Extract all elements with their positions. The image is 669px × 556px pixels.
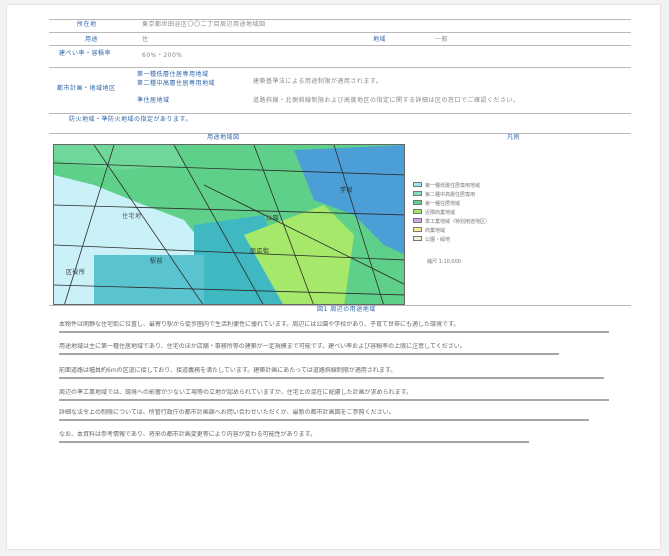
document-page: 所在地 東京都世田谷区〇〇二丁目周辺用途地域図 用途 住 地域 一般 建ぺい率・…: [6, 4, 661, 550]
zone-midrise-2: [94, 255, 204, 304]
row-note: 防火地域・準防火地域の指定があります。: [69, 116, 192, 123]
legend-swatch-4: [413, 218, 422, 223]
table-top-rule: [49, 19, 631, 20]
legend-swatch-2: [413, 200, 422, 205]
body-paragraph: 本物件は閑静な住宅街に位置し、最寄り駅から徒歩圏内で生活利便性に優れています。周…: [59, 321, 460, 328]
body-paragraph: 前面道路は幅員約6mの区道に接しており、接道義務を満たしています。建築計画にあた…: [59, 367, 397, 374]
figure-caption: 図1 周辺の用途地域: [317, 306, 376, 313]
planning-sub-1: 第一種低層住居専用地域: [137, 71, 209, 78]
legend-swatch-1: [413, 191, 422, 196]
legend-label: 近隣商業地域: [425, 210, 456, 216]
text-line: [59, 353, 559, 355]
row-value-address: 東京都世田谷区〇〇二丁目周辺用途地域図: [142, 21, 266, 28]
planning-sub-2: 第二種中高層住居専用地域: [137, 80, 216, 87]
table-rule: [49, 67, 631, 68]
text-line: [59, 399, 609, 401]
table-rule: [49, 133, 631, 134]
table-rule: [49, 45, 631, 46]
row-value-ratio: 60%・200%: [142, 52, 183, 59]
legend-swatch-3: [413, 209, 422, 214]
row-value-planning: 建築基準法による用途制限が適用されます。: [253, 78, 383, 85]
row-label-use: 用途: [85, 36, 99, 43]
legend-label: 商業地域: [425, 228, 446, 234]
zoning-map: 住宅地 公園 駅前 商店街 学校 区役所: [53, 144, 405, 305]
legend-swatch-6: [413, 236, 422, 241]
row-label-address: 所在地: [77, 21, 97, 28]
legend-swatch-5: [413, 227, 422, 232]
text-line: [59, 419, 589, 421]
legend-caption: 凡例: [507, 134, 521, 141]
map-label: 区役所: [66, 269, 86, 276]
text-line: [59, 331, 609, 333]
row-label-planning: 都市計画・地域地区: [57, 85, 116, 92]
legend-label: 第一種低層住居専用地域: [425, 183, 481, 189]
row-extra-value: 一般: [435, 36, 449, 43]
legend-label: 準工業地域（特別用途地区）: [425, 219, 491, 225]
table-rule: [49, 113, 631, 114]
row-value-use: 住: [142, 36, 149, 43]
legend-swatch-0: [413, 182, 422, 187]
row-extra-label: 地域: [373, 36, 387, 43]
body-paragraph: 用途地域は主に第一種住居地域であり、住宅のほか店舗・事務所等の建築が一定規模まで…: [59, 343, 466, 350]
map-label: 公園: [266, 215, 280, 222]
row-detail: 道路斜線・北側斜線制限および高度地区の指定に関する詳細は区の窓口でご確認ください…: [253, 97, 520, 104]
body-paragraph: 周辺の準工業地域では、環境への影響が少ない工場等の立地が認められていますが、住宅…: [59, 389, 413, 396]
map-caption: 用途地域図: [207, 134, 240, 141]
zoning-map-graphic: [54, 145, 404, 304]
body-paragraph: なお、本資料は参考情報であり、将来の都市計画変更等により内容が変わる可能性があり…: [59, 431, 316, 438]
map-label: 駅前: [150, 258, 164, 265]
legend-note: 縮尺 1:10,000: [427, 259, 461, 265]
row-label-ratio: 建ぺい率・容積率: [59, 50, 112, 57]
map-label: 学校: [340, 187, 354, 194]
text-line: [59, 441, 529, 443]
planning-sub-3: 準住居地域: [137, 97, 170, 104]
text-line: [59, 377, 604, 379]
legend-label: 第一種住居地域: [425, 201, 461, 207]
legend-label: 第二種中高層住居専用: [425, 192, 476, 198]
table-rule: [49, 32, 631, 33]
map-label: 商店街: [250, 248, 270, 255]
legend-label: 公園・緑地: [425, 237, 451, 243]
map-label: 住宅地: [122, 213, 142, 220]
body-paragraph: 詳細な法令上の制限については、所管行政庁の都市計画課へお問い合わせいただくか、最…: [59, 409, 395, 416]
